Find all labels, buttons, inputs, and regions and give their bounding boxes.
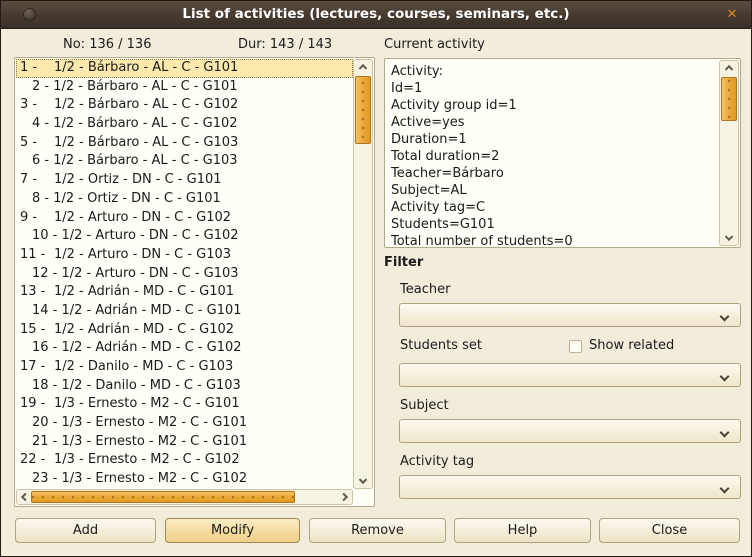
activity-row[interactable]: 12 - 1/2 - Arturo - DN - C - G103 <box>16 265 353 284</box>
activities-count-label: No: 136 / 136 <box>63 37 151 52</box>
list-vertical-scrollbar[interactable] <box>353 59 373 489</box>
current-activity-line: Activity: <box>391 63 715 80</box>
scroll-down-icon[interactable] <box>722 231 736 245</box>
activities-duration-label: Dur: 143 / 143 <box>238 37 332 52</box>
current-activity-line: Duration=1 <box>391 131 715 148</box>
window-title: List of activities (lectures, courses, s… <box>41 6 711 22</box>
activity-list-viewport: 1 -1/2 - Bárbaro - AL - C - G1012 - 1/2 … <box>16 59 353 489</box>
scroll-thumb[interactable] <box>31 491 295 503</box>
current-activity-line: Active=yes <box>391 114 715 131</box>
activity-row[interactable]: 6 - 1/2 - Bárbaro - AL - C - G103 <box>16 152 353 171</box>
current-activity-line: Id=1 <box>391 80 715 97</box>
activity-row[interactable]: 1 -1/2 - Bárbaro - AL - C - G101 <box>16 59 353 78</box>
close-button[interactable]: Close <box>599 518 740 543</box>
activities-dialog: List of activities (lectures, courses, s… <box>0 0 752 557</box>
activity-row[interactable]: 19 -1/3 - Ernesto - M2 - C - G101 <box>16 395 353 414</box>
activity-row[interactable]: 5 -1/2 - Bárbaro - AL - C - G103 <box>16 134 353 153</box>
current-activity-line: Activity group id=1 <box>391 97 715 114</box>
activity-row[interactable]: 18 - 1/2 - Danilo - MD - C - G103 <box>16 377 353 396</box>
activity-row[interactable]: 14 - 1/2 - Adrián - MD - C - G101 <box>16 302 353 321</box>
activity-row[interactable]: 9 -1/2 - Arturo - DN - C - G102 <box>16 209 353 228</box>
scroll-right-icon[interactable] <box>338 490 352 504</box>
window-icon <box>23 8 36 21</box>
current-activity-label: Current activity <box>384 37 485 52</box>
activity-row[interactable]: 23 - 1/3 - Ernesto - M2 - C - G102 <box>16 470 353 489</box>
scroll-track[interactable] <box>719 60 739 246</box>
students-set-label: Students set <box>400 338 482 353</box>
titlebar[interactable]: List of activities (lectures, courses, s… <box>1 1 751 29</box>
chevron-down-icon <box>720 428 730 438</box>
scroll-left-icon[interactable] <box>17 490 31 504</box>
scroll-track[interactable] <box>353 59 373 489</box>
current-activity-line: Activity tag=C <box>391 199 715 216</box>
activity-row[interactable]: 2 - 1/2 - Bárbaro - AL - C - G101 <box>16 78 353 97</box>
teacher-label: Teacher <box>400 282 450 297</box>
scroll-up-icon[interactable] <box>722 61 736 75</box>
activity-row[interactable]: 15 -1/2 - Adrián - MD - C - G102 <box>16 321 353 340</box>
scroll-thumb[interactable] <box>355 76 371 144</box>
current-activity-line: Subject=AL <box>391 182 715 199</box>
activity-row[interactable]: 20 - 1/3 - Ernesto - M2 - C - G101 <box>16 414 353 433</box>
activity-row[interactable]: 16 - 1/2 - Adrián - MD - C - G102 <box>16 339 353 358</box>
remove-button[interactable]: Remove <box>309 518 446 543</box>
activity-row[interactable]: 3 -1/2 - Bárbaro - AL - C - G102 <box>16 96 353 115</box>
scroll-thumb[interactable] <box>721 77 737 121</box>
activity-row[interactable]: 21 - 1/3 - Ernesto - M2 - C - G101 <box>16 433 353 452</box>
activity-row[interactable]: 10 - 1/2 - Arturo - DN - C - G102 <box>16 227 353 246</box>
modify-button[interactable]: Modify <box>165 518 300 543</box>
list-horizontal-scrollbar[interactable] <box>16 489 353 505</box>
activity-row[interactable]: 7 -1/2 - Ortiz - DN - C - G101 <box>16 171 353 190</box>
chevron-down-icon <box>720 484 730 494</box>
activity-row[interactable]: 13 -1/2 - Adrián - MD - C - G101 <box>16 283 353 302</box>
activity-row[interactable]: 22 -1/3 - Ernesto - M2 - C - G102 <box>16 451 353 470</box>
chevron-down-icon <box>720 312 730 322</box>
activity-row[interactable]: 4 - 1/2 - Bárbaro - AL - C - G102 <box>16 115 353 134</box>
scroll-up-icon[interactable] <box>356 60 370 74</box>
show-related-label: Show related <box>589 338 674 353</box>
scroll-down-icon[interactable] <box>356 474 370 488</box>
current-activity-line: Students=G101 <box>391 216 715 233</box>
current-activity-panel: Activity:Id=1Activity group id=1Active=y… <box>384 58 741 248</box>
current-activity-line: Total number of students=0 <box>391 233 715 246</box>
activities-list: 1 -1/2 - Bárbaro - AL - C - G1012 - 1/2 … <box>14 57 375 507</box>
activity-row[interactable]: 17 -1/2 - Danilo - MD - C - G103 <box>16 358 353 377</box>
filter-section-title: Filter <box>384 255 423 270</box>
add-button[interactable]: Add <box>15 518 156 543</box>
activity-tag-label: Activity tag <box>400 454 474 469</box>
students-set-combobox[interactable] <box>399 363 741 387</box>
details-vertical-scrollbar[interactable] <box>719 60 739 246</box>
show-related-checkbox[interactable] <box>569 340 582 353</box>
current-activity-line: Total duration=2 <box>391 148 715 165</box>
activity-row[interactable]: 8 - 1/2 - Ortiz - DN - C - G101 <box>16 190 353 209</box>
activity-row[interactable]: 11 -1/2 - Arturo - DN - C - G103 <box>16 246 353 265</box>
chevron-down-icon <box>720 372 730 382</box>
teacher-combobox[interactable] <box>399 303 741 327</box>
current-activity-line: Teacher=Bárbaro <box>391 165 715 182</box>
close-icon[interactable]: ✕ <box>723 6 741 24</box>
current-activity-text: Activity:Id=1Activity group id=1Active=y… <box>386 60 719 246</box>
subject-label: Subject <box>400 398 449 413</box>
subject-combobox[interactable] <box>399 419 741 443</box>
scroll-track[interactable] <box>16 489 353 505</box>
help-button[interactable]: Help <box>454 518 591 543</box>
activity-tag-combobox[interactable] <box>399 475 741 499</box>
